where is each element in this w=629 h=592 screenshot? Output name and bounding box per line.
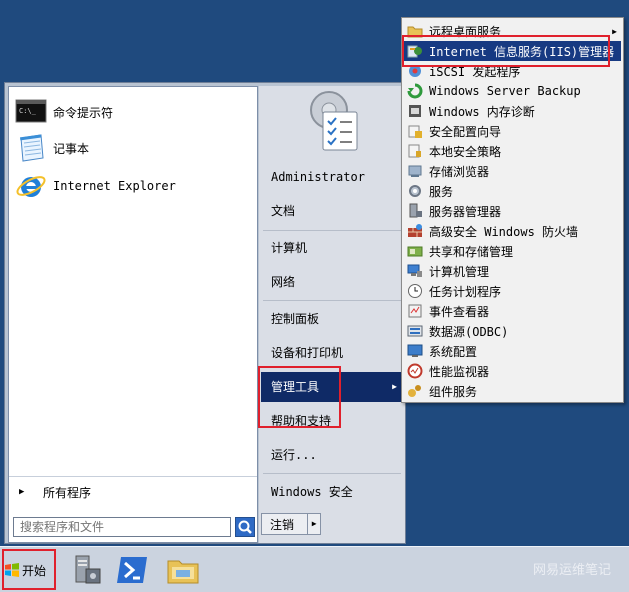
powershell-icon[interactable] [116,553,150,587]
menu-item-administrator[interactable]: Administrator [261,162,403,192]
watermark: 网易运维笔记 [532,563,611,578]
flyout-item-label: 系统配置 [429,344,478,359]
flyout-item-label: 事件查看器 [429,304,490,319]
flyout-item[interactable]: 系统配置 [404,341,621,361]
flyout-item-label: 计算机管理 [429,264,490,279]
triangle-right-icon[interactable]: ▶ [307,514,320,534]
services-icon [409,185,421,197]
separator [263,300,401,301]
backup-icon [407,83,423,99]
system-config-icon [407,344,423,357]
odbc-icon [407,325,423,337]
menu-item-devices-printers[interactable]: 设备和打印机 [261,338,403,368]
flyout-item[interactable]: 事件查看器 [404,301,621,321]
flyout-item-label: 高级安全 Windows 防火墙 [429,224,579,239]
all-programs-label: 所有程序 [43,485,92,500]
flyout-item[interactable]: Windows Server Backup [404,81,621,101]
pinned-notepad[interactable]: 记事本 [15,131,89,165]
triangle-right-icon: ▶ [392,382,397,391]
flyout-item[interactable]: 性能监视器 [404,361,621,381]
ie-icon [16,176,46,197]
start-menu: C:\_ 命令提示符 记事本 Internet Explorer ▶ 所有程序 [4,82,406,544]
flyout-item-label: 共享和存储管理 [429,244,514,259]
annotation-highlight [258,366,341,428]
flyout-item-label: 性能监视器 [429,364,490,379]
server-manager-icon[interactable] [68,553,102,587]
flyout-item[interactable]: 计算机管理 [404,261,621,281]
storage-explorer-icon [408,165,422,177]
event-viewer-icon [408,304,422,318]
taskbar: 开始 网易运维笔记 [0,546,629,592]
flyout-item-label: 任务计划程序 [429,284,502,299]
explorer-icon[interactable] [166,553,200,587]
flyout-item-label: Windows Server Backup [429,84,581,98]
triangle-right-icon: ▶ [19,487,25,497]
flyout-item[interactable]: 任务计划程序 [404,281,621,301]
security-wizard-icon [408,125,422,138]
svg-text:C:\_: C:\_ [19,107,37,115]
flyout-item-label: 服务 [429,184,454,199]
start-menu-right-pane: Administrator 文档 计算机 网络 控制面板 设备和打印机 管理工具… [259,86,405,543]
memory-diagnostic-icon [409,105,421,117]
computer-management-icon [407,264,422,277]
flyout-item-label: 服务器管理器 [429,204,502,219]
menu-item-control-panel[interactable]: 控制面板 [261,304,403,334]
logoff-label: 注销 [270,517,295,532]
flyout-item[interactable]: 存储浏览器 [404,161,621,181]
component-services-icon [408,385,421,397]
pinned-internet-explorer[interactable]: Internet Explorer [15,169,176,203]
admin-tools-icon [310,91,358,151]
flyout-item-label: 数据源(ODBC) [429,324,509,339]
separator [263,473,401,474]
flyout-item[interactable]: 高级安全 Windows 防火墙 [404,221,621,241]
flyout-item[interactable]: 共享和存储管理 [404,241,621,261]
flyout-item[interactable]: 数据源(ODBC) [404,321,621,341]
annotation-highlight [2,549,56,590]
annotation-highlight [402,35,610,67]
flyout-item[interactable]: Windows 内存诊断 [404,101,621,121]
menu-item-run[interactable]: 运行... [261,440,403,470]
cmd-icon: C:\_ [15,99,47,123]
pinned-label: Internet Explorer [53,179,176,193]
menu-item-documents[interactable]: 文档 [261,196,403,226]
all-programs[interactable]: ▶ 所有程序 [9,476,257,507]
menu-item-windows-security[interactable]: Windows 安全 [261,477,403,507]
flyout-item[interactable]: 安全配置向导 [404,121,621,141]
separator [263,230,401,231]
flyout-item[interactable]: 服务 [404,181,621,201]
search-input[interactable] [13,517,231,537]
flyout-item-label: 本地安全策略 [429,144,502,159]
local-security-policy-icon [408,144,421,158]
firewall-icon [408,224,422,237]
search-icon [238,520,252,534]
search-button[interactable] [235,517,255,537]
admin-tools-flyout: 远程桌面服务 ▶ Internet 信息服务(IIS)管理器 iSCSI 发起程… [401,17,624,403]
flyout-item[interactable]: 服务器管理器 [404,201,621,221]
flyout-item-label: 组件服务 [429,384,478,399]
notepad-icon [19,134,44,162]
performance-monitor-icon [407,363,423,379]
flyout-item-label: 安全配置向导 [429,124,502,139]
pinned-label: 记事本 [53,141,90,156]
flyout-item[interactable]: 组件服务 [404,381,621,401]
start-menu-left-pane: C:\_ 命令提示符 记事本 Internet Explorer ▶ 所有程序 [8,86,258,543]
task-scheduler-icon [408,284,422,298]
pinned-label: 命令提示符 [53,105,114,120]
triangle-right-icon: ▶ [612,26,617,36]
logoff-button[interactable]: 注销 ▶ [261,513,321,535]
menu-item-computer[interactable]: 计算机 [261,233,403,263]
server-manager-icon [409,203,422,218]
pinned-command-prompt[interactable]: C:\_ 命令提示符 [15,95,113,129]
share-storage-icon [407,246,423,257]
flyout-item-label: Windows 内存诊断 [429,104,535,119]
flyout-item[interactable]: 本地安全策略 [404,141,621,161]
flyout-item-label: 存储浏览器 [429,164,490,179]
menu-item-network[interactable]: 网络 [261,267,403,297]
